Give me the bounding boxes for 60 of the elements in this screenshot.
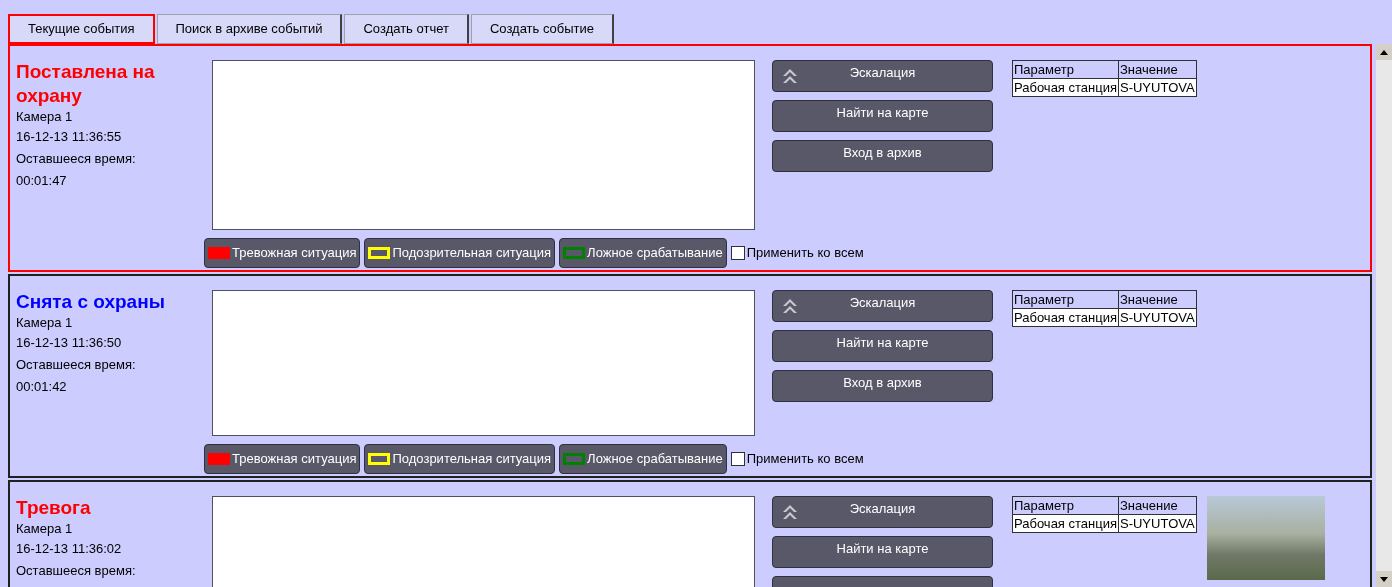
event-title: Тревога [16, 496, 92, 520]
checkbox-label: Применить ко всем [746, 244, 864, 263]
event-datetime: 16-12-13 11:36:50 [16, 334, 123, 352]
double-chevron-up-icon [781, 503, 799, 521]
checkbox-label: Применить ко всем [746, 450, 864, 469]
event-card[interactable] [8, 44, 1372, 272]
remaining-time: 00:01:42 [16, 378, 68, 396]
remaining-label: Оставшееся время: [16, 150, 137, 168]
table-cell: Рабочая станция [1012, 514, 1119, 533]
category-button[interactable]: Тревожная ситуация [204, 238, 361, 268]
scroll-down-icon[interactable] [1376, 571, 1392, 587]
double-chevron-up-icon [781, 67, 799, 85]
scrollbar[interactable] [1376, 44, 1392, 587]
column-header: Параметр [1012, 290, 1119, 309]
double-chevron-up-icon [781, 297, 799, 315]
table-cell: S-UYUTOVA [1118, 308, 1197, 327]
checkbox[interactable] [730, 246, 745, 260]
comment-field[interactable] [212, 290, 755, 436]
event-title: Поставлена на охрану [16, 60, 156, 108]
column-header: Значение [1118, 60, 1197, 79]
table-cell: Рабочая станция [1012, 308, 1119, 327]
action-button[interactable]: Эскалация [772, 290, 993, 322]
event-card[interactable] [8, 274, 1372, 478]
event-datetime: 16-12-13 11:36:55 [16, 128, 123, 146]
category-button[interactable]: Подозрительная ситуация [364, 238, 556, 268]
column-header: Значение [1118, 496, 1197, 515]
action-button[interactable]: Найти на карте [772, 330, 993, 362]
event-card[interactable]: Тревога Камера 1 16-12-13 11:36:02 Оставшееся время: Эскалация Найти на карте Параметр Значение Рабочая станция S-UYUTOVA [8, 480, 1372, 587]
scroll-up-icon[interactable] [1376, 44, 1392, 60]
event-title: Снята с охраны [16, 290, 166, 314]
tab[interactable]: Создать отчет [344, 14, 469, 44]
action-button[interactable]: Найти на карте [772, 536, 993, 568]
comment-field[interactable] [212, 60, 755, 230]
remaining-time: 00:01:47 [16, 172, 68, 190]
action-button[interactable]: Эскалация [772, 496, 993, 528]
camera-name: Камера 1 [16, 108, 74, 126]
camera-name: Камера 1 [16, 314, 74, 332]
column-header: Параметр [1012, 60, 1119, 79]
category-button[interactable]: Ложное срабатывание [559, 444, 727, 474]
tab[interactable]: Создать событие [470, 14, 615, 44]
action-button[interactable]: Эскалация [772, 60, 993, 92]
comment-field[interactable] [212, 496, 755, 587]
remaining-label: Оставшееся время: [16, 562, 137, 580]
action-button[interactable]: Найти на карте [772, 100, 993, 132]
table-cell: Рабочая станция [1012, 78, 1119, 97]
event-datetime: 16-12-13 11:36:02 [16, 540, 123, 558]
category-button[interactable]: Тревожная ситуация [204, 444, 361, 474]
category-button[interactable]: Подозрительная ситуация [364, 444, 556, 474]
action-button[interactable]: Вход в архив [772, 370, 993, 402]
camera-name: Камера 1 [16, 520, 74, 538]
remaining-label: Оставшееся время: [16, 356, 137, 374]
table-cell: S-UYUTOVA [1118, 78, 1197, 97]
action-button[interactable]: Вход в архив [772, 140, 993, 172]
checkbox[interactable] [730, 452, 745, 466]
table-cell: S-UYUTOVA [1118, 514, 1197, 533]
column-header: Параметр [1012, 496, 1119, 515]
tab[interactable]: Текущие события [8, 14, 155, 44]
tab[interactable]: Поиск в архиве событий [156, 14, 343, 44]
category-button[interactable]: Ложное срабатывание [559, 238, 727, 268]
column-header: Значение [1118, 290, 1197, 309]
